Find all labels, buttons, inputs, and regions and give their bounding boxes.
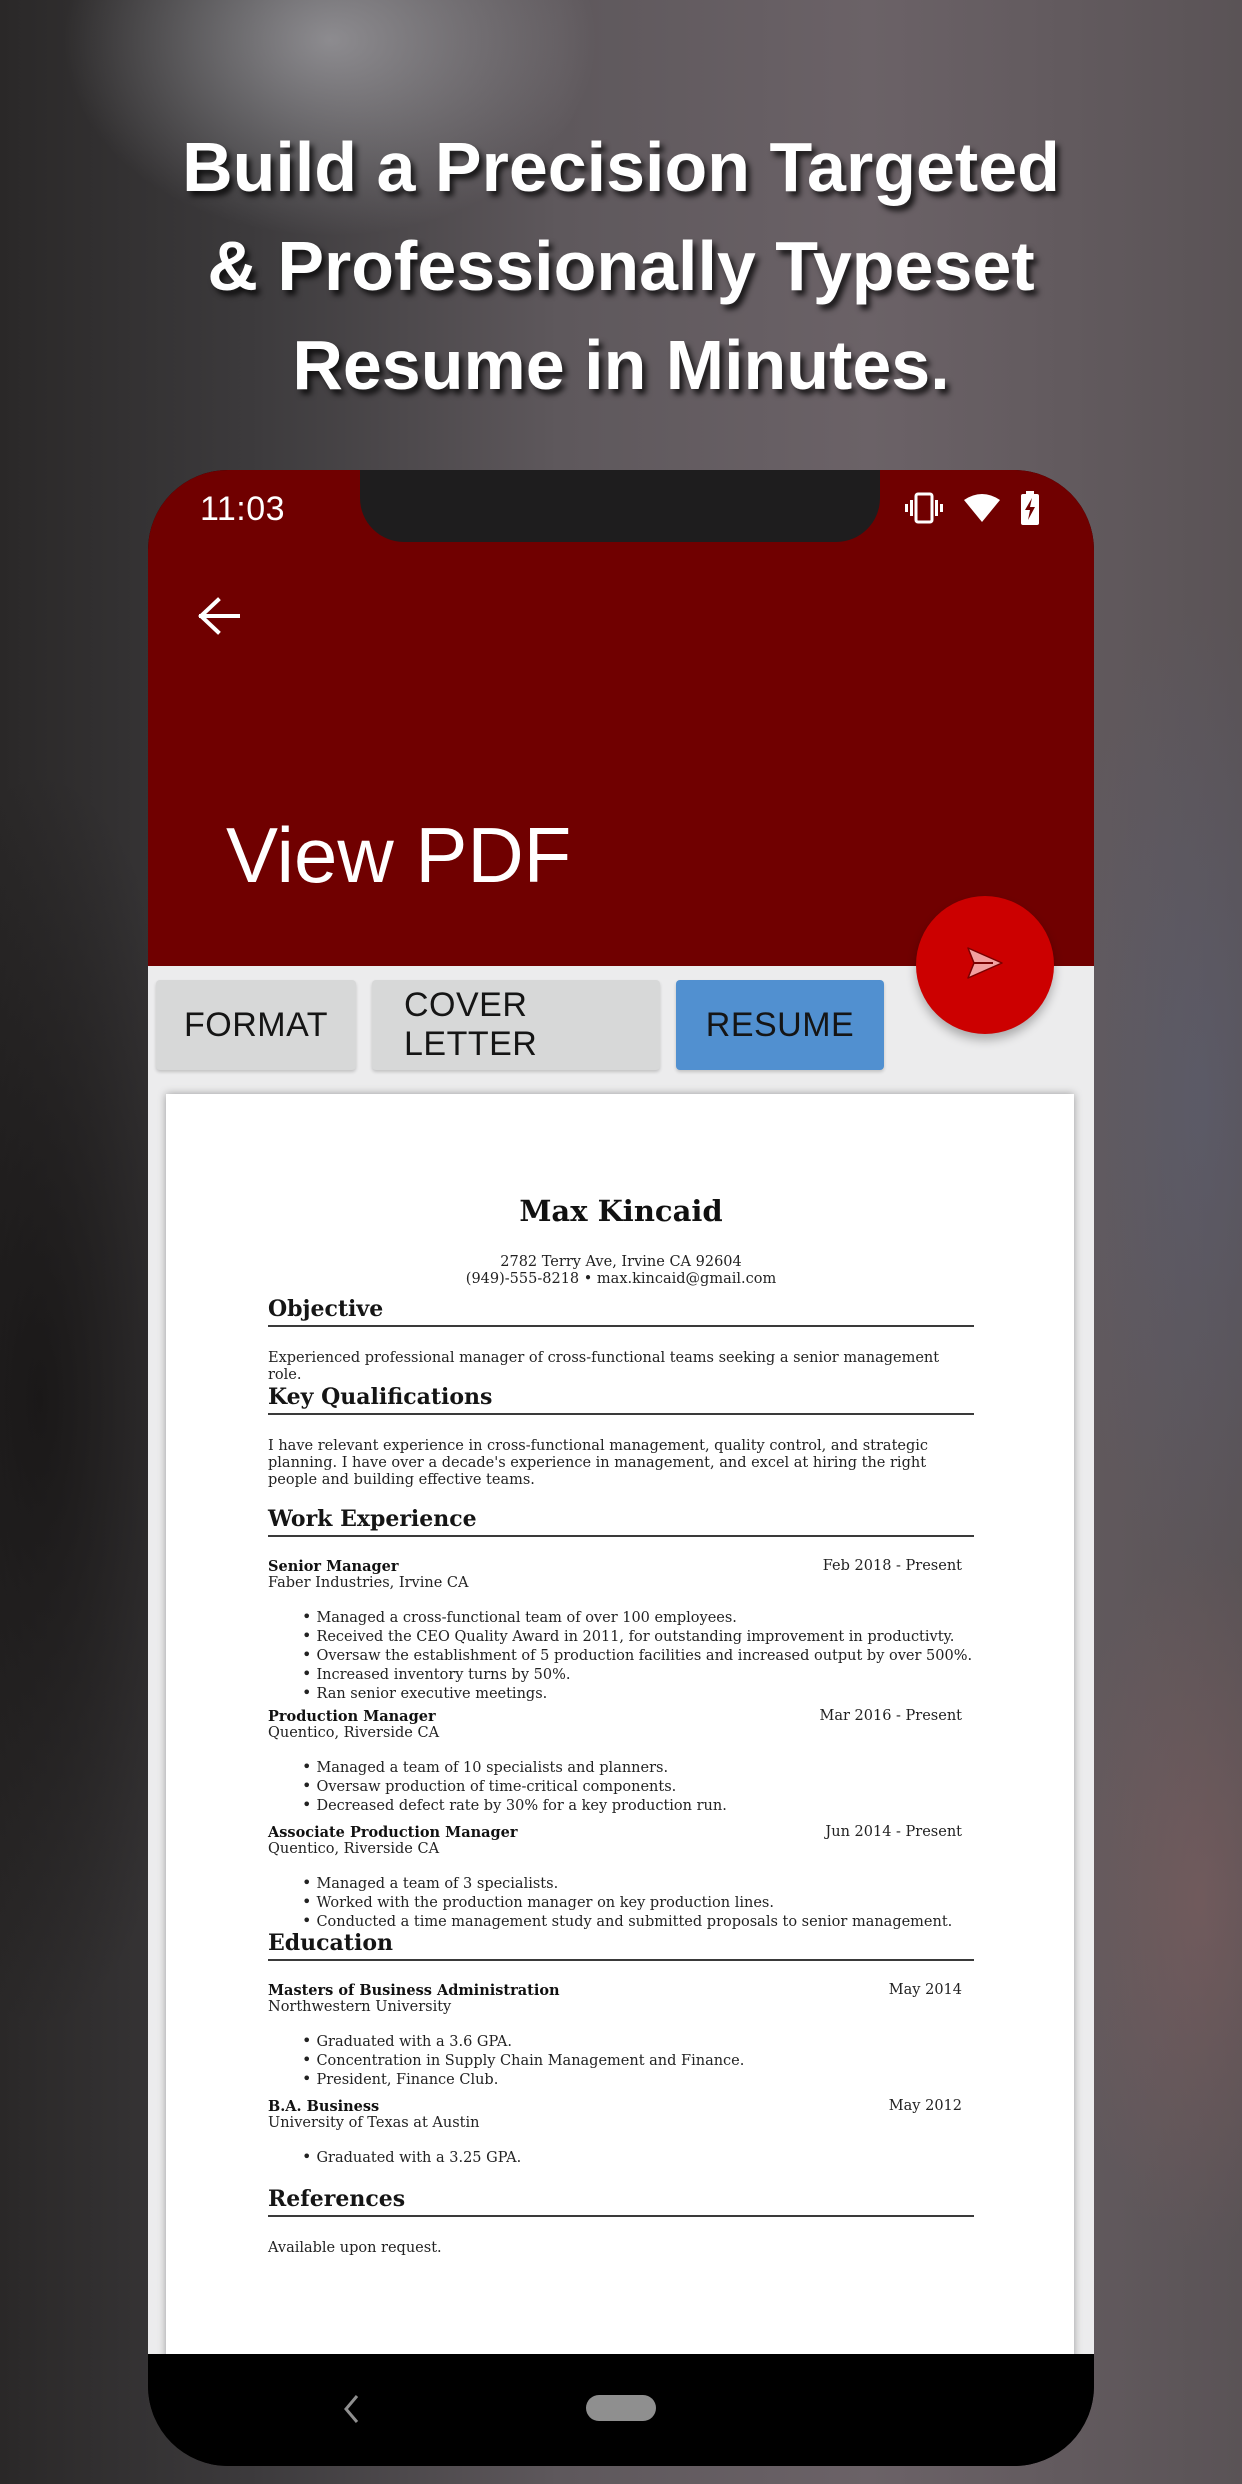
bullet-item: Graduated with a 3.25 GPA. [302,2148,982,2167]
section-heading-qualifications: Key Qualifications [268,1384,974,1415]
phone-frame: 11:03 View PDF FORMAT COVER LETTER RESUM… [148,470,1094,2466]
bullet-item: Ran senior executive meetings. [302,1684,982,1703]
job-company: Quentico, Riverside CA [268,1725,440,1741]
bullet-item: Received the CEO Quality Award in 2011, … [302,1627,982,1646]
qualifications-text: I have relevant experience in cross-func… [268,1438,929,1488]
bullet-item: Worked with the production manager on ke… [302,1893,982,1912]
job-dates: Feb 2018 - Present [822,1558,962,1574]
bullet-item: Managed a cross-functional team of over … [302,1608,982,1627]
arrow-left-icon [196,596,240,641]
degree-header: B.A. Business May 2012 [268,2098,962,2115]
job-bullets: Managed a cross-functional team of over … [302,1608,982,1703]
job-dates: Jun 2014 - Present [825,1824,962,1840]
job-title: Associate Production Manager [268,1824,518,1841]
resume-name: Max Kincaid [519,1194,723,1228]
wifi-icon [962,492,1002,529]
degree-header: Masters of Business Administration May 2… [268,1982,962,1999]
nav-back-icon [341,2394,361,2429]
nav-back-button[interactable] [336,2394,366,2428]
job-header: Production Manager Mar 2016 - Present [268,1708,962,1725]
doc-tabs: FORMAT COVER LETTER RESUME [156,980,884,1070]
degree-bullets: Graduated with a 3.25 GPA. [302,2148,982,2167]
battery-charging-icon [1020,490,1040,530]
degree-title: B.A. Business [268,2098,380,2115]
status-time: 11:03 [200,490,286,528]
job-header: Associate Production Manager Jun 2014 - … [268,1824,962,1841]
job-company: Quentico, Riverside CA [268,1841,440,1857]
status-icons [904,490,1040,530]
send-fab[interactable] [916,896,1054,1034]
page-title: View PDF [226,811,572,899]
section-heading-references: References [268,2186,974,2217]
job-header: Senior Manager Feb 2018 - Present [268,1558,962,1575]
bullet-item: Decreased defect rate by 30% for a key p… [302,1796,982,1815]
bullet-item: Oversaw production of time-critical comp… [302,1777,982,1796]
bullet-item: Graduated with a 3.6 GPA. [302,2032,982,2051]
vibrate-icon [904,492,944,529]
section-heading-objective: Objective [268,1296,974,1327]
resume-phone-email: (949)-555-8218 • max.kincaid@gmail.com [465,1271,777,1287]
pdf-preview[interactable]: Max Kincaid 2782 Terry Ave, Irvine CA 92… [166,1094,1074,2364]
headline-line: & Professionally Typeset [207,227,1035,305]
degree-bullets: Graduated with a 3.6 GPA. Concentration … [302,2032,982,2089]
degree-school: University of Texas at Austin [268,2115,480,2131]
references-text: Available upon request. [268,2240,442,2256]
job-dates: Mar 2016 - Present [819,1708,962,1724]
job-title: Production Manager [268,1708,436,1725]
job-company: Faber Industries, Irvine CA [268,1575,469,1591]
nav-home-pill[interactable] [586,2395,656,2421]
job-title: Senior Manager [268,1558,399,1575]
system-nav-bar [148,2354,1094,2466]
bullet-item: Increased inventory turns by 50%. [302,1665,982,1684]
resume-contact: 2782 Terry Ave, Irvine CA 92604 (949)-55… [268,1254,974,1288]
send-icon [965,945,1005,986]
headline-line: Build a Precision Targeted [182,128,1060,206]
bullet-item: Concentration in Supply Chain Management… [302,2051,982,2070]
tab-resume[interactable]: RESUME [676,980,884,1070]
degree-school: Northwestern University [268,1999,452,2015]
app-bar: 11:03 View PDF [148,470,1094,966]
job-bullets: Managed a team of 3 specialists. Worked … [302,1874,982,1931]
degree-date: May 2014 [888,1982,962,1998]
camera-notch [360,470,880,542]
degree-date: May 2012 [888,2098,962,2114]
tab-cover-letter[interactable]: COVER LETTER [372,980,660,1070]
bullet-item: Managed a team of 3 specialists. [302,1874,982,1893]
section-heading-work: Work Experience [268,1506,974,1537]
job-bullets: Managed a team of 10 specialists and pla… [302,1758,982,1815]
bullet-item: Oversaw the establishment of 5 productio… [302,1646,982,1665]
bullet-item: President, Finance Club. [302,2070,982,2089]
bullet-item: Managed a team of 10 specialists and pla… [302,1758,982,1777]
content-area: FORMAT COVER LETTER RESUME Max Kincaid 2… [148,966,1094,2364]
promo-headline: Build a Precision Targeted & Professiona… [0,118,1242,415]
headline-line: Resume in Minutes. [292,326,950,404]
degree-title: Masters of Business Administration [268,1982,560,1999]
back-button[interactable] [188,588,248,648]
bullet-item: Conducted a time management study and su… [302,1912,982,1931]
section-heading-education: Education [268,1930,974,1961]
tab-format[interactable]: FORMAT [156,980,356,1070]
objective-text: Experienced professional manager of cros… [268,1350,940,1383]
resume-address: 2782 Terry Ave, Irvine CA 92604 [500,1254,742,1270]
